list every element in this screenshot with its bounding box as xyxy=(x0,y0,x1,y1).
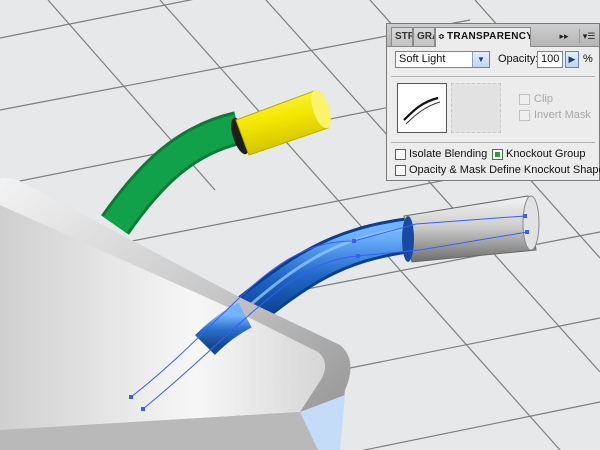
opacity-mask-knockout-label: Opacity & Mask Define Knockout Shape xyxy=(409,164,600,176)
chevron-down-icon[interactable]: ▼ xyxy=(472,52,489,67)
opacity-label: Opacity: xyxy=(498,53,539,65)
hose-path-thumbnail-icon xyxy=(403,96,441,125)
knockout-group-label: Knockout Group xyxy=(506,148,586,160)
tab-transparency-label: TRANSPARENCY xyxy=(447,31,531,42)
invert-mask-checkbox[interactable] xyxy=(519,110,530,121)
opacity-mask-knockout-checkbox[interactable] xyxy=(395,165,406,176)
opacity-input[interactable]: 100 xyxy=(537,51,563,68)
tab-stroke[interactable]: STR xyxy=(391,27,413,46)
panel-menu-icon[interactable]: ▾☰ xyxy=(579,29,598,43)
opacity-mask-area[interactable] xyxy=(451,83,501,133)
clip-label: Clip xyxy=(534,93,553,105)
isolate-blending-checkbox[interactable] xyxy=(395,149,406,160)
opacity-slider-button[interactable]: ▶ xyxy=(565,51,579,68)
yellow-nozzle[interactable] xyxy=(235,88,335,156)
blue-hose[interactable] xyxy=(228,217,413,333)
tab-grip-icon: ≎ xyxy=(438,32,446,41)
blend-mode-value: Soft Light xyxy=(399,53,446,65)
tab-gradient[interactable]: GRA xyxy=(413,27,435,46)
green-hose[interactable] xyxy=(101,111,253,235)
knockout-group-checkbox[interactable] xyxy=(492,149,503,160)
clip-checkbox[interactable] xyxy=(519,94,530,105)
collapse-panel-button[interactable]: ▸▸ xyxy=(555,29,573,43)
divider xyxy=(391,142,595,143)
transparency-panel: STR GRA ≎TRANSPARENCY ▸▸ ▾☰ Soft Light ▼… xyxy=(386,23,600,181)
blend-mode-dropdown[interactable]: Soft Light ▼ xyxy=(395,51,490,68)
sink[interactable] xyxy=(0,178,351,450)
isolate-blending-label: Isolate Blending xyxy=(409,148,488,160)
object-thumbnail[interactable] xyxy=(397,83,447,133)
percent-sign: % xyxy=(583,53,593,65)
metal-nozzle[interactable] xyxy=(402,195,540,263)
invert-mask-label: Invert Mask xyxy=(534,109,591,121)
panel-tab-bar: STR GRA ≎TRANSPARENCY ▸▸ ▾☰ xyxy=(387,24,599,47)
divider xyxy=(391,76,595,77)
tab-transparency[interactable]: ≎ TRANSPARENCY xyxy=(435,27,531,47)
